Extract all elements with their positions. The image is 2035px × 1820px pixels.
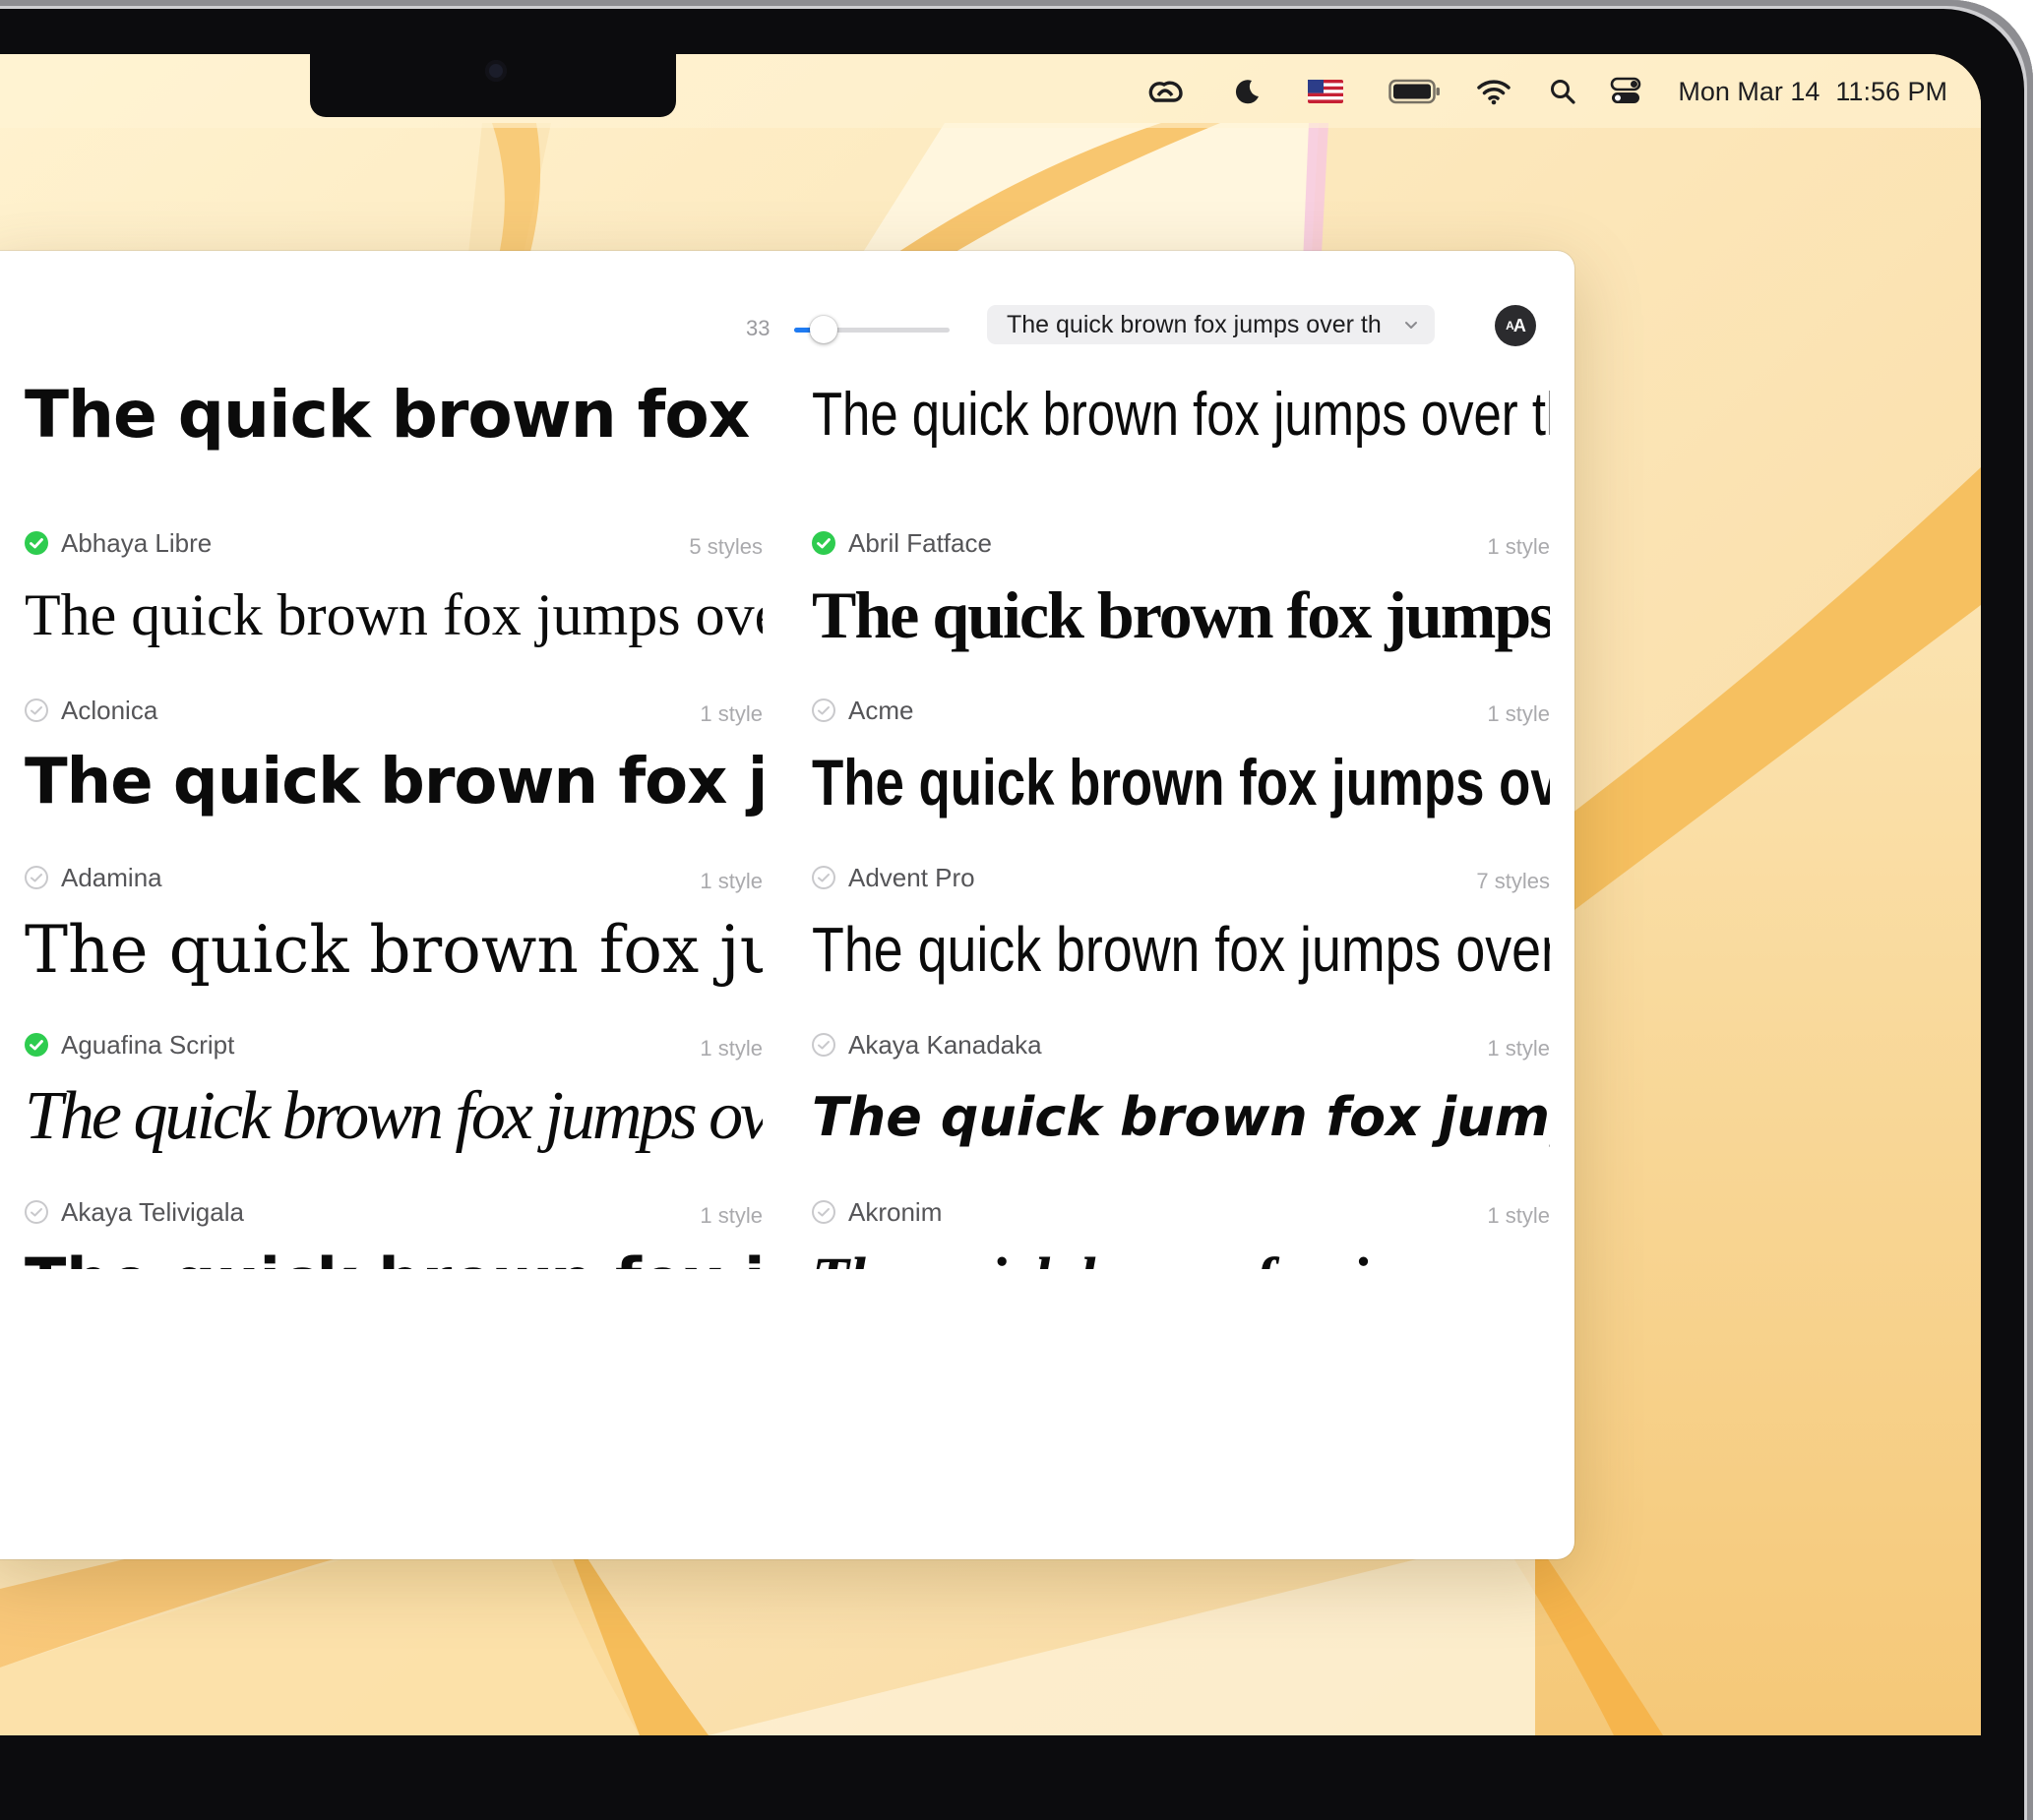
font-name: Akronim [848, 1197, 943, 1227]
sample-text: The quick brown fox jumps over the lazy … [25, 1244, 763, 1270]
styles-count: 1 style [700, 869, 763, 893]
sample-text-value: The quick brown fox jumps over th [1007, 310, 1382, 338]
styles-count: 1 style [1487, 1036, 1550, 1061]
font-sample-preview[interactable]: The quick brown fox jumps over the lazy … [25, 905, 763, 994]
sample-text: The quick brown fox jumps over the lazy … [812, 746, 1550, 819]
font-name: Aclonica [61, 696, 158, 725]
font-sample-preview[interactable]: The quick brown fox jumps over the lazy … [25, 370, 763, 458]
font-sample-preview[interactable]: The quick brown fox jumps over the lazy … [25, 1240, 763, 1270]
font-row-header[interactable]: Akaya Kanadaka 1 style [812, 1028, 1550, 1062]
sample-text-dropdown[interactable]: The quick brown fox jumps over th [987, 305, 1435, 344]
font-row-header[interactable]: Adamina 1 style [25, 861, 763, 894]
menu-bar-date: Mon Mar 14 [1678, 77, 1820, 106]
installed-check-icon[interactable] [25, 531, 48, 555]
font-row-header[interactable]: Akaya Telivigala 1 style [25, 1195, 763, 1229]
font-row-header[interactable]: Akronim 1 style [812, 1195, 1550, 1229]
font-sample-preview[interactable]: The quick brown fox jumps over the lazy … [25, 1072, 763, 1161]
font-column-left: The quick brown fox jumps over the lazy … [25, 369, 763, 1559]
styles-count: 1 style [700, 1036, 763, 1061]
font-row-header[interactable]: Aguafina Script 1 style [25, 1028, 763, 1062]
not-installed-check-icon[interactable] [812, 866, 835, 889]
sample-text: The quick brown fox jumps over the lazy … [812, 576, 1550, 652]
not-installed-check-icon[interactable] [25, 698, 48, 722]
sample-text: The quick brown fox jumps over the lazy … [812, 1245, 1550, 1270]
creative-cloud-icon[interactable] [1144, 72, 1186, 111]
font-name: Abhaya Libre [61, 528, 213, 558]
us-flag-icon[interactable] [1306, 72, 1345, 111]
moon-icon[interactable] [1230, 72, 1264, 111]
font-name: Akaya Telivigala [61, 1197, 244, 1227]
font-sample-preview[interactable]: The quick brown fox jumps over the lazy … [812, 738, 1550, 826]
desktop-screen: Mon Mar 14 11:56 PM 33 The quick brown fo… [0, 54, 1981, 1735]
not-installed-check-icon[interactable] [25, 866, 48, 889]
font-size-value: 33 [746, 316, 771, 340]
sample-text: The quick brown fox jumps over the lazy … [812, 1085, 1550, 1148]
font-sample-preview[interactable]: The quick brown fox jumps over the lazy … [812, 370, 1550, 458]
font-row-header[interactable]: Abhaya Libre 5 styles [25, 526, 763, 560]
text-size-button[interactable]: AA [1495, 305, 1536, 346]
styles-count: 1 style [1487, 1203, 1550, 1228]
font-sample-preview[interactable]: The quick brown fox jumps over the lazy … [812, 905, 1550, 994]
sample-text: The quick brown fox jumps over the lazy … [812, 914, 1550, 985]
battery-icon[interactable] [1388, 72, 1443, 111]
font-sample-preview[interactable]: The quick brown fox jumps over the lazy … [812, 1072, 1550, 1161]
font-name: Adamina [61, 863, 162, 892]
slider-knob[interactable] [809, 316, 837, 343]
font-row-header[interactable]: Advent Pro 7 styles [812, 861, 1550, 894]
font-row-header[interactable]: Acme 1 style [812, 694, 1550, 727]
aa-small-label: A [1506, 319, 1514, 333]
installed-check-icon[interactable] [25, 1033, 48, 1057]
chevron-down-icon [1405, 322, 1417, 329]
font-browser-window: 33 The quick brown fox jumps over th AA … [0, 251, 1574, 1559]
font-sample-preview[interactable]: The quick brown fox jumps over the lazy … [812, 571, 1550, 659]
sample-text: The quick brown fox jumps over the lazy … [812, 380, 1550, 449]
sample-text: The quick brown fox jumps over the lazy … [25, 581, 763, 647]
font-column-right: The quick brown fox jumps over the lazy … [812, 369, 1550, 1559]
font-name: Akaya Kanadaka [848, 1030, 1042, 1060]
font-name: Advent Pro [848, 863, 975, 892]
not-installed-check-icon[interactable] [812, 1033, 835, 1057]
sample-text: The quick brown fox jumps over the lazy … [25, 376, 763, 453]
toolbar: 33 The quick brown fox jumps over th AA [0, 251, 1574, 369]
not-installed-check-icon[interactable] [25, 1200, 48, 1224]
not-installed-check-icon[interactable] [812, 1200, 835, 1224]
not-installed-check-icon[interactable] [812, 698, 835, 722]
styles-count: 1 style [700, 701, 763, 726]
styles-count: 1 style [1487, 534, 1550, 559]
aa-big-label: A [1512, 315, 1526, 335]
font-name: Aguafina Script [61, 1030, 235, 1060]
styles-count: 1 style [700, 1203, 763, 1228]
styles-count: 1 style [1487, 701, 1550, 726]
styles-count: 5 styles [689, 534, 763, 559]
search-icon[interactable] [1548, 72, 1577, 111]
sample-text: The quick brown fox jumps over the lazy … [25, 1078, 763, 1154]
font-sample-preview[interactable]: The quick brown fox jumps over the lazy … [25, 571, 763, 659]
styles-count: 7 styles [1476, 869, 1550, 893]
sample-text: The quick brown fox jumps over the lazy … [25, 911, 763, 988]
menu-bar-time: 11:56 PM [1835, 77, 1947, 106]
font-grid: The quick brown fox jumps over the lazy … [0, 369, 1574, 1559]
font-sample-preview[interactable]: The quick brown fox jumps over the lazy … [25, 738, 763, 826]
font-row-header[interactable]: Abril Fatface 1 style [812, 526, 1550, 560]
font-name: Abril Fatface [848, 528, 992, 558]
control-center-icon[interactable] [1609, 72, 1642, 111]
installed-check-icon[interactable] [812, 531, 835, 555]
sample-text: The quick brown fox jumps over the lazy … [25, 746, 763, 819]
camera-icon [485, 60, 507, 82]
wifi-icon[interactable] [1475, 72, 1512, 111]
font-sample-preview[interactable]: The quick brown fox jumps over the lazy … [812, 1240, 1550, 1270]
menu-bar-clock[interactable]: Mon Mar 14 11:56 PM [1678, 72, 1947, 111]
menu-bar: Mon Mar 14 11:56 PM [0, 54, 1981, 128]
font-name: Acme [848, 696, 914, 725]
font-row-header[interactable]: Aclonica 1 style [25, 694, 763, 727]
camera-notch [310, 54, 676, 117]
